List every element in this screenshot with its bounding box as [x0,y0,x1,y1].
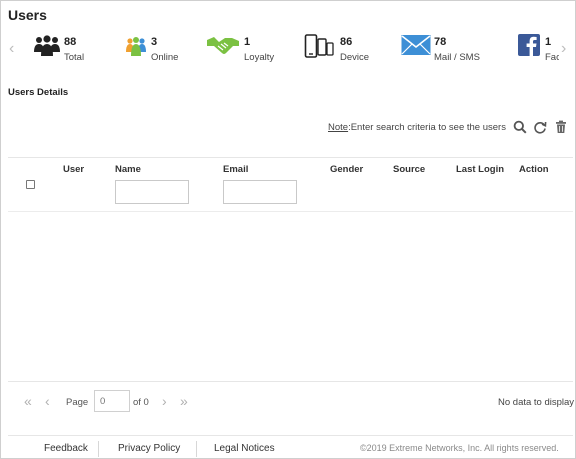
stat-facebook-value: 1 [545,36,552,48]
stat-device[interactable]: 86 Device [304,32,374,66]
next-page-icon[interactable]: › [162,394,167,408]
note-text: :Enter search criteria to see the users [348,122,506,133]
stat-total-value: 88 [64,36,77,48]
name-filter-input[interactable] [115,180,189,204]
carousel-prev-icon[interactable]: ‹ [9,41,14,57]
handshake-icon [207,37,239,54]
stat-facebook[interactable]: 1 Fac [518,32,559,66]
first-page-icon[interactable]: « [24,394,32,408]
feedback-link[interactable]: Feedback [44,443,88,454]
last-page-icon[interactable]: » [180,394,188,408]
users-panel: Users ‹ › 88 Total 3 Online 1 Loyalty 86… [0,0,576,459]
stat-mail-value: 78 [434,36,447,48]
footer-border [8,435,573,436]
stat-online[interactable]: 3 Online [124,32,194,66]
stat-device-label: Device [340,52,370,63]
pager-status: No data to display [498,397,575,408]
stat-mail-sms[interactable]: 78 Mail / SMS [401,32,486,66]
table-top-border [8,157,573,158]
column-header-action: Action [519,164,549,175]
page-number-input[interactable] [94,390,130,412]
stat-online-label: Online [151,52,179,63]
note-label: Note [328,122,349,133]
section-title: Users Details [8,87,69,98]
page-count-label: of 0 [133,397,149,408]
stat-facebook-label: Fac [545,52,559,63]
stat-loyalty-value: 1 [244,36,251,48]
devices-icon [304,34,334,58]
stat-total-label: Total [64,52,85,63]
prev-page-icon[interactable]: ‹ [45,394,50,408]
copyright-text: ©2019 Extreme Networks, Inc. All rights … [360,443,559,453]
stat-online-value: 3 [151,36,158,48]
search-icon[interactable] [513,120,527,134]
column-header-gender[interactable]: Gender [330,164,363,175]
stat-loyalty[interactable]: 1 Loyalty [206,32,276,66]
column-header-name[interactable]: Name [115,164,141,175]
search-note: Note:Enter search criteria to see the us… [328,122,506,133]
email-filter-input[interactable] [223,180,297,204]
column-header-user[interactable]: User [63,164,84,175]
footer-divider [98,441,99,457]
pager-top-border [8,381,573,382]
footer-divider [196,441,197,457]
delete-icon[interactable] [554,120,568,134]
online-users-icon [126,37,146,56]
column-header-email[interactable]: Email [223,164,248,175]
stat-loyalty-label: Loyalty [244,52,275,63]
column-header-last-login[interactable]: Last Login [456,164,504,175]
select-all-checkbox[interactable] [26,180,35,189]
facebook-icon [518,34,540,56]
users-group-icon [34,35,60,56]
page-title: Users [8,7,47,23]
stat-total[interactable]: 88 Total [33,32,103,66]
legal-notices-link[interactable]: Legal Notices [214,443,275,454]
page-label: Page [66,397,89,408]
stat-device-value: 86 [340,36,353,48]
table-header-border [8,211,573,212]
column-header-source[interactable]: Source [393,164,425,175]
privacy-policy-link[interactable]: Privacy Policy [118,443,180,454]
refresh-icon[interactable] [533,120,547,134]
carousel-next-icon[interactable]: › [561,41,566,57]
mail-icon [401,35,431,55]
stat-mail-label: Mail / SMS [434,52,480,63]
